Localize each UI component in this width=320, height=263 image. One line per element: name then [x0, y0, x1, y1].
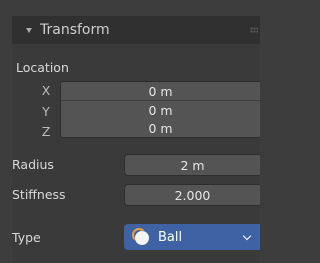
- stiffness-field[interactable]: 2.000: [124, 184, 260, 206]
- transform-panel: Transform Location X 0 m Y 0 m Z 0 m Rad…: [0, 0, 260, 263]
- location-label: Location: [16, 60, 69, 75]
- type-selected-value: Ball: [158, 229, 183, 245]
- stiffness-label: Stiffness: [12, 187, 66, 202]
- chevron-down-icon: [242, 231, 252, 241]
- type-label: Type: [12, 230, 41, 245]
- z-axis-label: Z: [41, 124, 51, 139]
- ball-icon: [132, 228, 150, 246]
- radius-field[interactable]: 2 m: [124, 154, 260, 176]
- location-z-value: 0 m: [148, 120, 173, 136]
- radius-value: 2 m: [180, 157, 205, 173]
- location-y-value: 0 m: [148, 102, 173, 118]
- x-axis-label: X: [41, 83, 51, 98]
- panel-title: Transform: [40, 22, 110, 38]
- panel-header[interactable]: Transform: [12, 16, 260, 44]
- drag-handle-icon[interactable]: [250, 27, 258, 33]
- panel-body: Location X 0 m Y 0 m Z 0 m Radius 2 m St…: [12, 44, 260, 263]
- stiffness-value: 2.000: [174, 187, 211, 203]
- location-z-field[interactable]: 0 m: [60, 119, 260, 138]
- radius-label: Radius: [12, 157, 54, 172]
- y-axis-label: Y: [42, 104, 50, 119]
- type-dropdown[interactable]: Ball: [124, 224, 260, 250]
- location-x-value: 0 m: [148, 83, 173, 99]
- location-y-field[interactable]: 0 m: [60, 100, 260, 119]
- collapse-chevron-icon[interactable]: [26, 27, 32, 33]
- location-x-field[interactable]: 0 m: [60, 81, 260, 100]
